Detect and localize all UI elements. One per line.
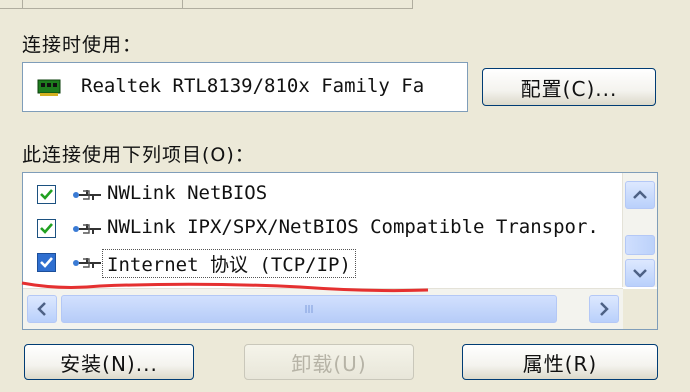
scroll-down-icon — [633, 269, 647, 278]
list-item[interactable]: NWLink NetBIOS — [37, 179, 637, 209]
check-icon — [40, 223, 53, 234]
configure-button[interactable]: 配置(C)... — [482, 68, 656, 106]
grip-icon — [305, 305, 313, 313]
list-item[interactable]: NWLink IPX/SPX/NetBIOS Compatible Transp… — [37, 213, 637, 243]
scrollbar-corner — [623, 289, 657, 329]
network-adapter-icon — [37, 79, 61, 96]
tab-strip — [0, 0, 690, 12]
check-icon — [40, 189, 53, 200]
list-item-selected[interactable]: Internet 协议 (TCP/IP) — [37, 247, 637, 278]
scroll-left-button[interactable] — [27, 295, 57, 323]
checkbox[interactable] — [37, 219, 56, 238]
checkbox[interactable] — [37, 185, 56, 204]
list-item-label: Internet 协议 (TCP/IP) — [102, 249, 356, 278]
checkbox[interactable] — [37, 253, 56, 272]
horizontal-scroll-thumb[interactable] — [61, 295, 557, 323]
scroll-down-button[interactable] — [625, 259, 655, 287]
network-protocol-icon — [73, 224, 101, 234]
adapter-name: Realtek RTL8139/810x Family Fa — [81, 75, 425, 97]
install-button[interactable]: 安装(N)... — [24, 344, 194, 380]
list-item-label: NWLink NetBIOS — [107, 182, 268, 204]
vertical-scrollbar[interactable] — [622, 173, 657, 287]
adapter-field: Realtek RTL8139/810x Family Fa — [22, 62, 468, 112]
components-label: 此连接使用下列项目(O)： — [22, 144, 255, 166]
vertical-scroll-thumb[interactable] — [625, 235, 655, 255]
components-list[interactable]: NWLink NetBIOS NWLink IPX/SPX/NetBIOS Co… — [22, 172, 658, 330]
horizontal-scrollbar[interactable] — [23, 288, 623, 329]
network-protocol-icon — [73, 190, 101, 200]
scroll-up-button[interactable] — [625, 181, 655, 209]
scroll-right-button[interactable] — [589, 295, 619, 323]
connect-using-label: 连接时使用： — [22, 34, 143, 56]
uninstall-button[interactable]: 卸载(U) — [244, 344, 414, 380]
scroll-left-icon — [37, 302, 46, 316]
network-protocol-icon — [73, 258, 101, 268]
scroll-up-icon — [633, 190, 647, 199]
scroll-right-icon — [600, 302, 609, 316]
list-item-label: NWLink IPX/SPX/NetBIOS Compatible Transp… — [107, 216, 599, 238]
properties-button[interactable]: 属性(R) — [462, 344, 658, 380]
check-icon — [40, 257, 53, 268]
